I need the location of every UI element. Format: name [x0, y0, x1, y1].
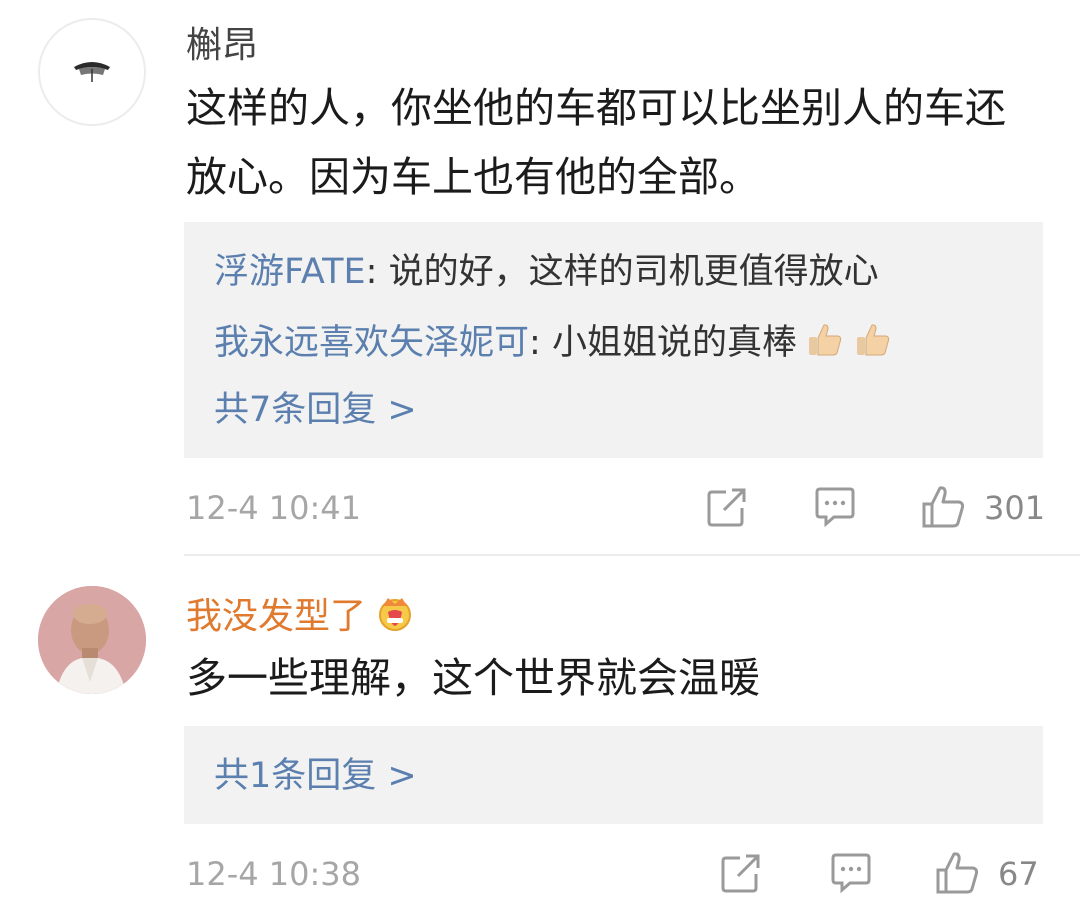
reply-preview-box[interactable]: 共1条回复 >	[184, 726, 1043, 824]
like-count: 67	[998, 855, 1039, 893]
comment-icon[interactable]	[828, 850, 874, 896]
like-count: 301	[984, 489, 1046, 527]
reply-item[interactable]: 我永远喜欢矢泽妮可: 小姐姐说的真棒	[214, 320, 893, 365]
comment-footer: 12-4 10:38 67	[0, 846, 1080, 902]
username[interactable]: 槲昂	[186, 24, 258, 68]
share-icon[interactable]	[704, 484, 750, 530]
like-icon[interactable]	[934, 850, 980, 896]
username[interactable]: 我没发型了	[186, 592, 416, 639]
reply-text: 说的好，这样的司机更值得放心	[388, 252, 879, 292]
avatar[interactable]	[38, 586, 146, 694]
like-icon[interactable]	[920, 484, 966, 530]
share-icon[interactable]	[718, 850, 764, 896]
crown-badge-icon	[379, 598, 412, 631]
reply-author[interactable]: 浮游FATE	[214, 252, 366, 292]
more-replies-link[interactable]: 共7条回复 >	[214, 388, 417, 432]
divider	[184, 554, 1080, 556]
thumbs-up-icon	[856, 324, 890, 356]
reply-author[interactable]: 我永远喜欢矢泽妮可	[214, 323, 529, 363]
comment-text: 多一些理解，这个世界就会温暖	[186, 654, 760, 702]
reply-separator: :	[529, 323, 552, 363]
username-text[interactable]: 我没发型了	[186, 596, 366, 637]
avatar[interactable]	[38, 18, 146, 126]
more-replies-link[interactable]: 共1条回复 >	[214, 754, 417, 798]
comment-footer: 12-4 10:41 301	[0, 480, 1080, 536]
timestamp: 12-4 10:41	[186, 489, 362, 527]
reply-text: 小姐姐说的真棒	[551, 323, 797, 363]
reply-separator: :	[365, 252, 389, 292]
umbrella-avatar-icon	[74, 62, 110, 82]
comment-text: 这样的人，你坐他的车都可以比坐别人的车还放心。因为车上也有他的全部。	[186, 84, 1006, 201]
comment-icon[interactable]	[812, 484, 858, 530]
thumbs-up-icon	[808, 324, 842, 356]
reply-item[interactable]: 浮游FATE: 说的好，这样的司机更值得放心	[214, 250, 879, 294]
person-avatar-icon	[38, 586, 146, 694]
timestamp: 12-4 10:38	[186, 855, 362, 893]
reply-preview-box[interactable]: 浮游FATE: 说的好，这样的司机更值得放心 我永远喜欢矢泽妮可: 小姐姐说的真…	[184, 222, 1043, 458]
